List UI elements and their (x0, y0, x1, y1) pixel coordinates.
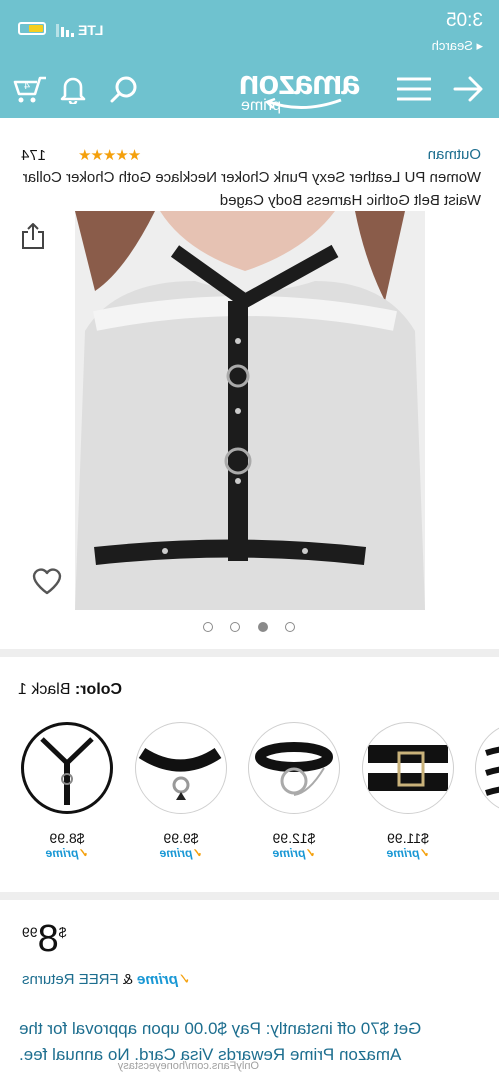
swatch-price: $11.99 (387, 830, 429, 846)
carousel-dot-active[interactable] (257, 622, 268, 632)
swatch-price: $12.99 (272, 830, 316, 846)
rating-stars-icon[interactable]: ★★★★★ (79, 146, 141, 164)
menu-icon[interactable] (397, 72, 431, 106)
back-arrow-icon[interactable] (451, 72, 485, 106)
color-swatch[interactable]: $11.99 ✓prime (362, 722, 454, 872)
swatch-prime-badge: ✓prime (386, 846, 430, 860)
watermark-text: OnlyFans.com/honeyecstasy (117, 1060, 259, 1072)
app-header: amazon prime 4 (0, 60, 499, 118)
swatch-price: $8.99 (49, 830, 85, 846)
color-label: Color: (74, 681, 123, 698)
color-value: Black 1 (18, 681, 71, 698)
prime-word: prime (137, 971, 178, 988)
color-swatch[interactable]: $9.99 ✓prime (135, 722, 227, 872)
product-title: Women PU Leather Sexy Punk Choker Neckla… (22, 169, 481, 209)
swatch-prime-badge: ✓prime (45, 846, 89, 860)
network-type: LTE (78, 22, 104, 38)
prime-free-returns-row: ✓prime & FREE Returns (22, 970, 191, 988)
price-dollars: 8 (37, 918, 59, 960)
color-swatch[interactable] (475, 722, 499, 872)
buckle-collar-icon (362, 722, 454, 814)
strap-belt-icon (475, 722, 499, 814)
battery-icon (18, 22, 46, 35)
status-bar: 3:05 ◂ Search LTE (0, 0, 499, 60)
notifications-bell-icon[interactable] (56, 72, 90, 106)
cart-icon[interactable]: 4 (13, 72, 47, 106)
signal-icon (56, 24, 74, 37)
amazon-prime-logo[interactable]: amazon prime (233, 64, 367, 114)
price-cents: 99 (22, 924, 38, 940)
status-time: 3:05 (446, 10, 483, 31)
ring-choker-icon (248, 722, 340, 814)
wishlist-heart-icon[interactable] (31, 566, 63, 596)
carousel-indicator (203, 622, 295, 636)
color-swatch[interactable]: $12.99 ✓prime (248, 722, 340, 872)
harness-photo-illustration (75, 211, 425, 610)
free-returns-link[interactable]: FREE Returns (22, 971, 119, 988)
color-swatch[interactable]: $8.99 ✓prime (21, 722, 113, 872)
product-image[interactable] (75, 211, 425, 610)
back-to-search-link[interactable]: ◂ Search (432, 38, 483, 54)
brand-link[interactable]: Outman (428, 146, 481, 163)
swatch-prime-badge: ✓prime (159, 846, 203, 860)
logo-word: amazon (239, 64, 361, 102)
screen: 3:05 ◂ Search LTE amazon prime 4 Outman … (0, 0, 499, 1080)
swatch-price: $9.99 (163, 830, 199, 846)
svg-text:4: 4 (24, 80, 30, 92)
carousel-dot[interactable] (203, 622, 214, 632)
carousel-dot[interactable] (285, 622, 295, 632)
studded-choker-icon (135, 722, 227, 814)
review-count[interactable]: 174 (21, 147, 46, 164)
price-currency: $ (58, 924, 67, 940)
swatch-prime-badge: ✓prime (272, 846, 316, 860)
brand-rating-row: Outman ★★★★★ 174 (21, 146, 481, 166)
logo-prime: prime (241, 97, 282, 114)
share-icon[interactable] (20, 222, 46, 250)
section-divider (0, 892, 499, 900)
carousel-dot[interactable] (230, 622, 241, 632)
color-selector-label: Color: Black 1 (18, 681, 122, 699)
harness-icon (21, 722, 113, 814)
search-icon[interactable] (107, 72, 141, 106)
product-price: $899 (22, 918, 67, 961)
prime-check-icon: ✓ (177, 971, 191, 988)
section-divider (0, 649, 499, 657)
amp-text: & (122, 971, 133, 988)
